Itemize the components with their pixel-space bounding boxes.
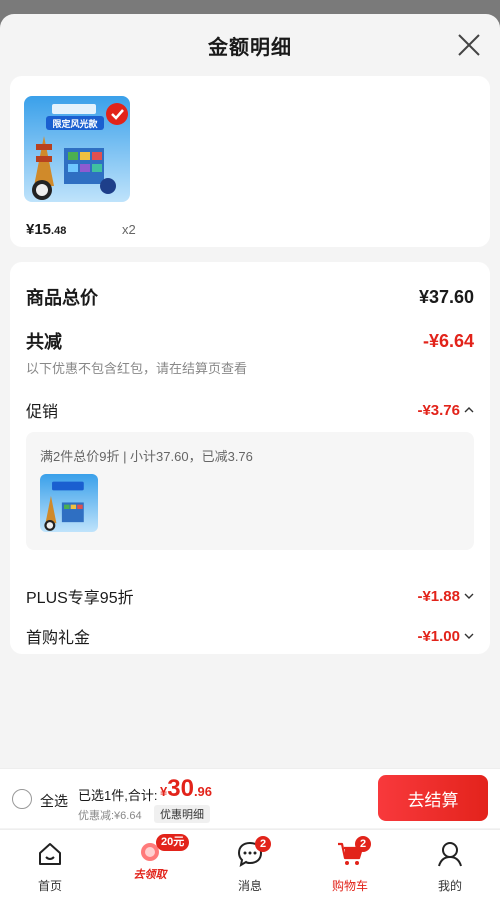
discount-note: 以下优惠不包含红包，请在结算页查看: [26, 361, 248, 376]
bottom-tabbar: 首页 20元 去领取 2 消息 2 购物车 我的: [0, 829, 500, 903]
total-reduce-label: 共减: [26, 332, 62, 352]
first-buy-value: -¥1.00: [417, 627, 460, 645]
chevron-down-icon[interactable]: [464, 591, 474, 601]
tab-home[interactable]: 首页: [0, 830, 100, 903]
promo-label: 促销: [26, 404, 59, 421]
message-badge: 2: [255, 836, 271, 852]
tab-coupon[interactable]: 20元 去领取: [100, 830, 200, 903]
first-buy-row[interactable]: 首购礼金 -¥1.00: [26, 624, 474, 648]
total-reduce-row: 共减 -¥6.64: [26, 328, 474, 354]
chevron-down-icon[interactable]: [464, 631, 474, 641]
tab-label: 去领取: [133, 869, 167, 881]
first-buy-value-group: -¥1.00: [417, 628, 474, 645]
user-icon: [438, 842, 462, 867]
cart-badge: 2: [355, 836, 371, 852]
goods-total-row: 商品总价 ¥37.60: [26, 284, 474, 310]
total-reduce-value: -¥6.64: [422, 330, 474, 351]
goods-total-label: 商品总价: [26, 288, 98, 308]
select-all-label[interactable]: 全选: [40, 791, 68, 811]
tab-messages[interactable]: 2 消息: [200, 830, 300, 903]
promo-value: -¥3.76: [417, 401, 460, 419]
product-image[interactable]: 限定风光款: [24, 96, 130, 202]
sheet-title: 金额明细: [208, 36, 292, 59]
plus-value: -¥1.88: [417, 587, 460, 605]
tab-profile[interactable]: 我的: [400, 830, 500, 903]
product-quantity: x2: [122, 222, 136, 237]
promo-value-group: -¥3.76: [417, 402, 474, 419]
close-button[interactable]: [456, 32, 482, 58]
coupon-badge: 20元: [156, 834, 190, 851]
selected-count-text: 已选1件,合计:: [78, 788, 158, 803]
tab-label: 购物车: [331, 879, 368, 893]
tab-label: 我的: [437, 879, 462, 893]
product-card: 限定风光款 ¥15.48 x2: [10, 76, 490, 247]
promo-detail-text: 满2件总价9折 | 小计37.60，已减3.76: [40, 449, 253, 464]
promo-detail-box: 满2件总价9折 | 小计37.60，已减3.76: [26, 432, 474, 550]
promo-product-image[interactable]: [40, 474, 98, 532]
plus-value-group: -¥1.88: [417, 588, 474, 605]
plus-row[interactable]: PLUS专享95折 -¥1.88: [26, 584, 474, 608]
tab-label: 首页: [37, 879, 62, 893]
plus-label: PLUS专享95折: [26, 590, 134, 607]
first-buy-label: 首购礼金: [26, 630, 91, 647]
goods-total-value: ¥37.60: [418, 286, 474, 307]
promo-row[interactable]: 促销 -¥3.76: [26, 398, 474, 422]
checkout-bar: 全选 已选1件,合计: ¥30.96 优惠减:¥6.64 优惠明细 去结算: [0, 768, 500, 828]
product-price: ¥15.48: [26, 221, 67, 238]
close-icon: [458, 34, 480, 56]
discount-amount-text: 优惠减:¥6.64: [78, 810, 142, 822]
tab-label: 消息: [237, 879, 262, 893]
summary-card: 商品总价 ¥37.60 共减 -¥6.64 以下优惠不包含红包，请在结算页查看 …: [10, 262, 490, 654]
discount-detail-button[interactable]: 优惠明细: [154, 805, 210, 823]
checkout-button[interactable]: 去结算: [378, 775, 488, 821]
tab-cart[interactable]: 2 购物车: [300, 830, 400, 903]
sheet-header: 金额明细: [0, 14, 500, 76]
home-icon: [39, 843, 61, 865]
svg-text:限定风光款: 限定风光款: [52, 118, 98, 130]
select-all-checkbox[interactable]: [12, 789, 32, 809]
total-amount: ¥30.96: [160, 775, 213, 802]
chevron-up-icon[interactable]: [464, 405, 474, 415]
